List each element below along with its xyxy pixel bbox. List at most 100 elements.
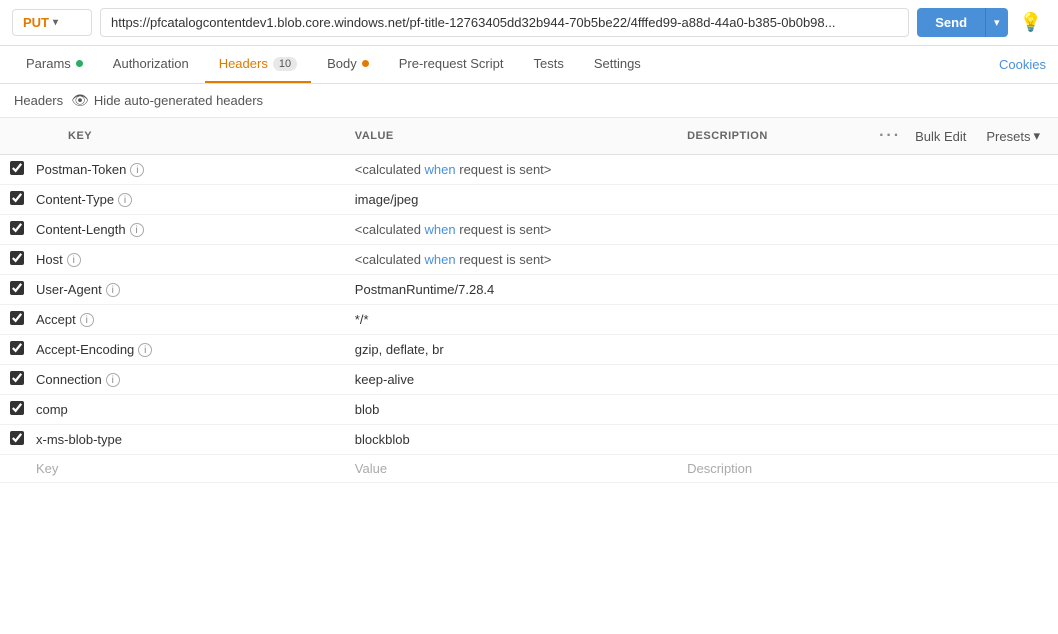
tab-authorization-label: Authorization bbox=[113, 56, 189, 71]
row-checkbox-3[interactable] bbox=[10, 251, 24, 265]
body-dot-icon bbox=[362, 60, 369, 67]
presets-button[interactable]: Presets ▾ bbox=[980, 126, 1046, 146]
lightbulb-icon: 💡 bbox=[1020, 12, 1042, 32]
tab-bar: Params Authorization Headers 10 Body Pre… bbox=[0, 46, 1058, 84]
hide-auto-headers-button[interactable]: 👁 Hide auto-generated headers bbox=[71, 92, 263, 109]
row-checkbox-8[interactable] bbox=[10, 401, 24, 415]
placeholder-actions bbox=[867, 455, 1058, 483]
method-select[interactable]: PUT ▾ bbox=[12, 9, 92, 36]
row-actions-cell bbox=[867, 275, 1058, 305]
row-checkbox-1[interactable] bbox=[10, 191, 24, 205]
row-check-cell bbox=[0, 245, 24, 275]
row-key-cell: Accept-Encoding i bbox=[24, 335, 343, 365]
row-info-icon[interactable]: i bbox=[130, 163, 144, 177]
row-value-cell: gzip, deflate, br bbox=[343, 335, 675, 365]
more-options-icon[interactable]: ··· bbox=[879, 127, 901, 145]
tab-tests[interactable]: Tests bbox=[519, 46, 577, 83]
placeholder-value[interactable]: Value bbox=[343, 455, 675, 483]
row-actions-cell bbox=[867, 185, 1058, 215]
desc-col-header: DESCRIPTION bbox=[675, 118, 867, 155]
row-key-name: Host bbox=[36, 252, 63, 267]
row-value-text: <calculated when request is sent> bbox=[355, 162, 552, 177]
row-key-name: x-ms-blob-type bbox=[36, 432, 122, 447]
row-key-name: Postman-Token bbox=[36, 162, 126, 177]
row-value-text: */* bbox=[355, 312, 369, 327]
row-check-cell bbox=[0, 155, 24, 185]
row-check-cell bbox=[0, 395, 24, 425]
presets-label: Presets bbox=[986, 129, 1030, 144]
row-value-cell: <calculated when request is sent> bbox=[343, 155, 675, 185]
url-input[interactable] bbox=[100, 8, 909, 37]
row-info-icon[interactable]: i bbox=[106, 283, 120, 297]
row-key-cell: Accepti bbox=[24, 305, 343, 335]
row-key-name: Content-Type bbox=[36, 192, 114, 207]
placeholder-check bbox=[0, 455, 24, 483]
subheader-title: Headers bbox=[14, 93, 63, 108]
row-key-cell: Content-Length i bbox=[24, 215, 343, 245]
row-value-text: image/jpeg bbox=[355, 192, 419, 207]
row-info-icon[interactable]: i bbox=[130, 223, 144, 237]
method-label: PUT bbox=[23, 15, 49, 30]
placeholder-key[interactable]: Key bbox=[24, 455, 343, 483]
row-key-cell: Postman-Token i bbox=[24, 155, 343, 185]
row-value-text: blockblob bbox=[355, 432, 410, 447]
row-actions-cell bbox=[867, 155, 1058, 185]
tab-params[interactable]: Params bbox=[12, 46, 97, 83]
tab-body[interactable]: Body bbox=[313, 46, 383, 83]
row-desc-cell bbox=[675, 305, 867, 335]
row-info-icon[interactable]: i bbox=[67, 253, 81, 267]
row-actions-cell bbox=[867, 215, 1058, 245]
row-info-icon[interactable]: i bbox=[118, 193, 132, 207]
row-checkbox-2[interactable] bbox=[10, 221, 24, 235]
row-check-cell bbox=[0, 185, 24, 215]
row-actions-cell bbox=[867, 425, 1058, 455]
row-desc-cell bbox=[675, 215, 867, 245]
table-row: Postman-Token i <calculated when request i… bbox=[0, 155, 1058, 185]
row-checkbox-4[interactable] bbox=[10, 281, 24, 295]
top-bar: PUT ▾ Send ▾ 💡 bbox=[0, 0, 1058, 46]
table-row: Content-Type i image/jpeg bbox=[0, 185, 1058, 215]
row-value-text: <calculated when request is sent> bbox=[355, 222, 552, 237]
row-value-cell: <calculated when request is sent> bbox=[343, 215, 675, 245]
row-value-text: PostmanRuntime/7.28.4 bbox=[355, 282, 494, 297]
row-value-cell: PostmanRuntime/7.28.4 bbox=[343, 275, 675, 305]
table-row: User-Agent i PostmanRuntime/7.28.4 bbox=[0, 275, 1058, 305]
tab-headers[interactable]: Headers 10 bbox=[205, 46, 311, 83]
tab-settings[interactable]: Settings bbox=[580, 46, 655, 83]
row-value-text: <calculated when request is sent> bbox=[355, 252, 552, 267]
row-checkbox-5[interactable] bbox=[10, 311, 24, 325]
cookies-link[interactable]: Cookies bbox=[999, 57, 1046, 72]
row-key-name: User-Agent bbox=[36, 282, 102, 297]
row-checkbox-0[interactable] bbox=[10, 161, 24, 175]
tab-prerequest[interactable]: Pre-request Script bbox=[385, 46, 518, 83]
table-row: Accepti */* bbox=[0, 305, 1058, 335]
placeholder-row: Key Value Description bbox=[0, 455, 1058, 483]
row-key-cell: User-Agent i bbox=[24, 275, 343, 305]
value-col-header: VALUE bbox=[343, 118, 675, 155]
row-desc-cell bbox=[675, 395, 867, 425]
send-button[interactable]: Send bbox=[917, 8, 985, 37]
row-info-icon[interactable]: i bbox=[138, 343, 152, 357]
row-checkbox-6[interactable] bbox=[10, 341, 24, 355]
placeholder-desc[interactable]: Description bbox=[675, 455, 867, 483]
tab-prerequest-label: Pre-request Script bbox=[399, 56, 504, 71]
row-desc-cell bbox=[675, 425, 867, 455]
send-dropdown-button[interactable]: ▾ bbox=[985, 8, 1008, 37]
row-key-name: comp bbox=[36, 402, 68, 417]
row-info-icon[interactable]: i bbox=[80, 313, 94, 327]
row-value-cell: keep-alive bbox=[343, 365, 675, 395]
row-key-name: Content-Length bbox=[36, 222, 126, 237]
hide-auto-label: Hide auto-generated headers bbox=[94, 93, 263, 108]
row-checkbox-7[interactable] bbox=[10, 371, 24, 385]
row-check-cell bbox=[0, 335, 24, 365]
tab-authorization[interactable]: Authorization bbox=[99, 46, 203, 83]
row-checkbox-9[interactable] bbox=[10, 431, 24, 445]
row-key-name: Accept-Encoding bbox=[36, 342, 134, 357]
row-key-name: Accept bbox=[36, 312, 76, 327]
row-check-cell bbox=[0, 275, 24, 305]
settings-icon-button[interactable]: 💡 bbox=[1016, 8, 1046, 37]
bulk-edit-button[interactable]: Bulk Edit bbox=[909, 127, 972, 146]
row-info-icon[interactable]: i bbox=[106, 373, 120, 387]
row-actions-cell bbox=[867, 245, 1058, 275]
row-check-cell bbox=[0, 215, 24, 245]
